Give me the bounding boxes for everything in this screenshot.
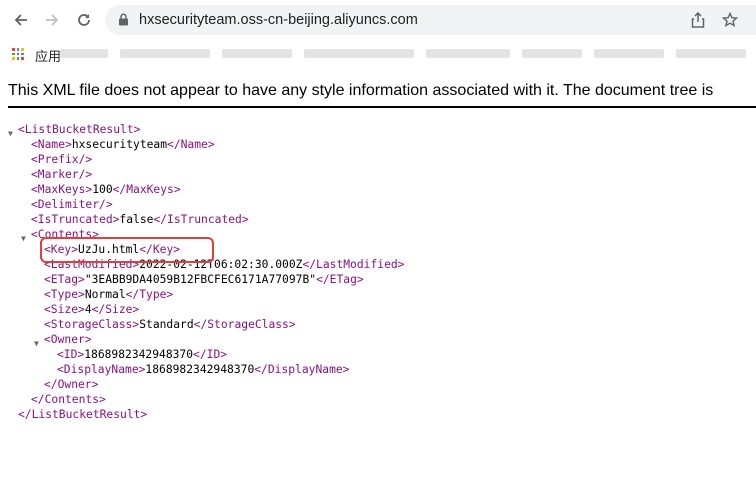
collapse-triangle-icon[interactable]: ▼	[8, 126, 13, 141]
xml-delimiter-line: <Delimiter/>	[31, 198, 113, 211]
forward-button[interactable]	[40, 8, 64, 32]
bookmark-item[interactable]	[60, 49, 108, 58]
apps-label[interactable]: 应用	[35, 46, 61, 65]
lock-icon[interactable]	[118, 13, 129, 26]
xml-size-line: <Size>4</Size>	[44, 303, 140, 316]
xml-storageclass-line: <StorageClass>Standard</StorageClass>	[44, 318, 296, 331]
xml-owner-open: <Owner>	[44, 333, 92, 346]
reload-button[interactable]	[72, 8, 96, 32]
xml-style-notice: This XML file does not appear to have an…	[8, 82, 714, 99]
xml-root-close: </ListBucketResult>	[18, 408, 148, 421]
key-highlight-box	[40, 237, 214, 263]
divider	[8, 106, 756, 108]
forward-arrow-icon	[46, 14, 59, 26]
bookmark-item[interactable]	[676, 49, 746, 58]
xml-name-line: <Name>hxsecurityteam</Name>	[31, 138, 215, 151]
bookmark-item[interactable]	[120, 49, 210, 58]
xml-type-line: <Type>Normal</Type>	[44, 288, 174, 301]
xml-etag-line: <ETag>"3EABB9DA4059B12FBCFEC6171A77097B"…	[44, 273, 364, 286]
xml-contents-close: </Contents>	[31, 393, 106, 406]
bookmark-item[interactable]	[426, 49, 510, 58]
collapse-triangle-icon[interactable]: ▼	[21, 231, 26, 246]
bookmark-item[interactable]	[594, 49, 664, 58]
xml-owner-close: </Owner>	[44, 378, 99, 391]
browser-toolbar: hxsecurityteam.oss-cn-beijing.aliyuncs.c…	[0, 0, 756, 40]
apps-grid-icon[interactable]	[12, 48, 24, 60]
bookmark-star-icon[interactable]	[722, 12, 738, 28]
back-arrow-icon	[14, 14, 27, 26]
address-bar[interactable]: hxsecurityteam.oss-cn-beijing.aliyuncs.c…	[105, 5, 756, 35]
xml-prefix-line: <Prefix/>	[31, 153, 93, 166]
bookmark-item[interactable]	[522, 49, 582, 58]
xml-maxkeys-line: <MaxKeys>100</MaxKeys>	[31, 183, 181, 196]
back-button[interactable]	[9, 8, 33, 32]
bookmark-item[interactable]	[304, 49, 414, 58]
xml-displayname-line: <DisplayName>1868982342948370</DisplayNa…	[57, 363, 350, 376]
xml-id-line: <ID>1868982342948370</ID>	[57, 348, 228, 361]
collapse-triangle-icon[interactable]: ▼	[34, 336, 39, 351]
xml-istruncated-line: <IsTruncated>false</IsTruncated>	[31, 213, 249, 226]
xml-root-open: <ListBucketResult>	[18, 123, 141, 136]
xml-marker-line: <Marker/>	[31, 168, 93, 181]
reload-icon	[78, 14, 90, 26]
bookmarks-bar: 应用	[0, 40, 756, 68]
url-text[interactable]: hxsecurityteam.oss-cn-beijing.aliyuncs.c…	[139, 12, 418, 28]
share-icon[interactable]	[691, 12, 705, 28]
bookmark-item[interactable]	[222, 49, 292, 58]
